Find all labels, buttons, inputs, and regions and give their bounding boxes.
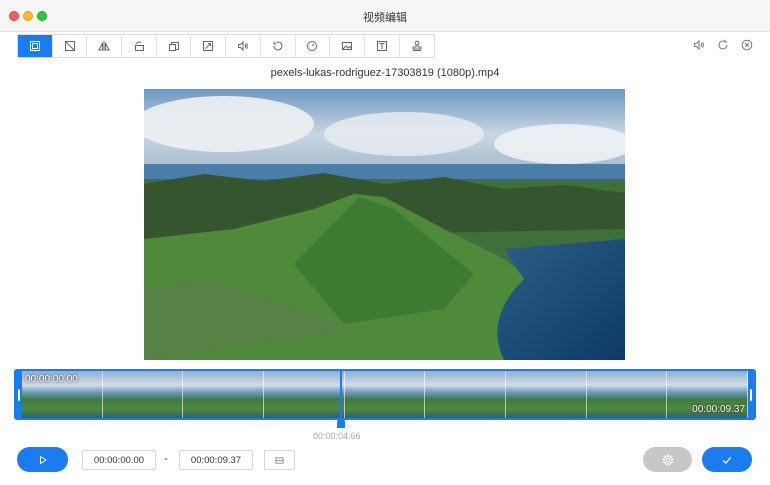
- crop-frame-icon: [29, 41, 40, 51]
- timeline-start-label: 00:00:00.00: [25, 374, 78, 385]
- image-icon: [342, 42, 353, 50]
- text-tool[interactable]: [365, 35, 400, 57]
- timeline-track[interactable]: 00:00:00.00 00:00:09.37: [14, 369, 756, 420]
- loop-icon: [273, 41, 283, 51]
- timeline-frame: [264, 371, 345, 418]
- timeline-frame: [183, 371, 265, 418]
- crop-tool[interactable]: [53, 35, 88, 57]
- watermark-tool[interactable]: [400, 35, 435, 57]
- timeline-frame: [102, 371, 184, 418]
- timeline-frames: [22, 371, 749, 418]
- close-button[interactable]: [740, 38, 754, 52]
- volume-icon: [237, 40, 248, 52]
- image-tool[interactable]: [330, 35, 365, 57]
- play-icon: [39, 455, 47, 464]
- speed-tool[interactable]: [296, 35, 331, 57]
- playhead[interactable]: [340, 369, 342, 422]
- close-circle-icon: [741, 39, 753, 51]
- trim-end-handle[interactable]: [748, 371, 754, 418]
- playhead-handle[interactable]: [337, 420, 345, 428]
- window-title: 视频编辑: [363, 12, 407, 24]
- volume-icon: [694, 39, 704, 51]
- title-bar: 视频编辑: [0, 0, 770, 32]
- crop-frame-tool[interactable]: [18, 35, 53, 57]
- video-preview: [144, 89, 625, 360]
- start-time-field[interactable]: 00:00:00.00: [82, 450, 156, 470]
- timeline-frame: [425, 371, 507, 418]
- volume-tool[interactable]: [226, 35, 261, 57]
- text-icon: [376, 41, 387, 51]
- settings-button[interactable]: [643, 447, 692, 472]
- preview-volume-button[interactable]: [692, 38, 706, 52]
- resize-tool[interactable]: [191, 35, 227, 57]
- checkmark-icon: [722, 456, 732, 464]
- layers-icon: [168, 42, 179, 51]
- edit-toolbar: [17, 34, 436, 58]
- reset-button[interactable]: [716, 38, 730, 52]
- gear-icon: [661, 453, 674, 465]
- timeline-end-label: 00:00:09.37: [692, 404, 745, 415]
- end-time-field[interactable]: 00:00:09.37: [179, 450, 253, 470]
- timeline-frame: [586, 371, 668, 418]
- rotate-tool[interactable]: [122, 35, 157, 57]
- right-toolbar: [692, 38, 754, 52]
- rotate-icon: [134, 41, 144, 51]
- flip-tool[interactable]: [87, 35, 123, 57]
- split-icon: [275, 456, 284, 464]
- split-button[interactable]: [264, 450, 295, 470]
- layers-tool[interactable]: [157, 35, 192, 57]
- confirm-button[interactable]: [702, 447, 752, 472]
- loop-tool[interactable]: [261, 35, 296, 57]
- play-button[interactable]: [17, 447, 68, 472]
- watermark-icon: [412, 40, 422, 51]
- playhead-time: 00:00:04.66: [313, 431, 361, 441]
- preview-landscape-image: [144, 89, 625, 360]
- timeline-frame: [344, 371, 426, 418]
- time-separator: -: [164, 453, 168, 465]
- flip-icon: [98, 41, 111, 51]
- speed-icon: [307, 41, 318, 51]
- resize-icon: [203, 41, 214, 51]
- trim-start-handle[interactable]: [16, 371, 22, 418]
- refresh-icon: [718, 39, 728, 50]
- crop-icon: [64, 41, 75, 51]
- file-name: pexels-lukas-rodriguez-17303819 (1080p).…: [270, 67, 500, 79]
- timeline-frame: [506, 371, 587, 418]
